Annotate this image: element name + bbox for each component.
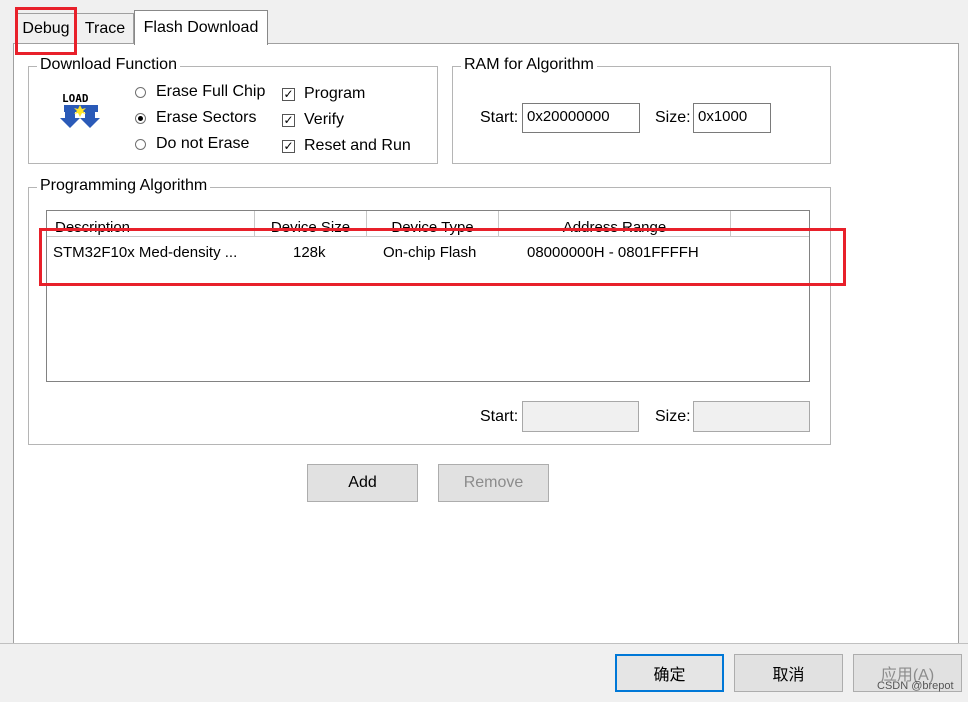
ram-for-algorithm-title: RAM for Algorithm xyxy=(461,56,597,74)
add-button[interactable]: Add xyxy=(307,464,418,502)
ok-button[interactable]: 确定 xyxy=(615,654,724,692)
checkbox-verify-box[interactable]: ✓ xyxy=(282,113,295,127)
tab-flash-download[interactable]: Flash Download xyxy=(134,10,268,45)
ram-start-label: Start: xyxy=(480,109,519,126)
algorithm-size-label: Size: xyxy=(655,408,691,425)
column-header-empty xyxy=(731,211,809,237)
column-header-description[interactable]: Description xyxy=(47,211,255,237)
column-header-address-range-label: Address Range xyxy=(562,219,667,236)
row-address-range: 08000000H - 0801FFFFH xyxy=(527,244,699,261)
checkbox-reset-and-run[interactable]: ✓ Reset and Run xyxy=(282,137,411,155)
radio-erase-sectors-indicator[interactable] xyxy=(135,112,146,124)
checkbox-verify-label: Verify xyxy=(304,111,345,128)
checkbox-verify[interactable]: ✓ Verify xyxy=(282,111,344,129)
checkbox-program[interactable]: ✓ Program xyxy=(282,85,365,103)
radio-do-not-erase[interactable]: Do not Erase xyxy=(135,135,249,153)
radio-erase-full-chip[interactable]: Erase Full Chip xyxy=(135,83,265,101)
row-device-size: 128k xyxy=(293,244,326,261)
watermark: CSDN @brepot xyxy=(877,680,954,692)
checkbox-reset-and-run-label: Reset and Run xyxy=(304,137,411,154)
radio-erase-sectors[interactable]: Erase Sectors xyxy=(135,109,256,127)
checkbox-reset-and-run-box[interactable]: ✓ xyxy=(282,139,295,153)
algorithm-start-label: Start: xyxy=(480,408,519,425)
cancel-button[interactable]: 取消 xyxy=(734,654,843,692)
row-description: STM32F10x Med-density ... xyxy=(53,244,238,261)
radio-do-not-erase-label: Do not Erase xyxy=(156,135,250,152)
ram-start-input[interactable]: 0x20000000 xyxy=(522,103,640,133)
programming-algorithm-title: Programming Algorithm xyxy=(37,177,211,195)
download-function-title: Download Function xyxy=(37,56,180,74)
checkbox-program-label: Program xyxy=(304,85,366,102)
ok-button-label: 确定 xyxy=(653,667,686,684)
load-icon-text: LOAD xyxy=(62,92,89,105)
algorithm-start-input[interactable] xyxy=(522,401,639,432)
table-row[interactable]: STM32F10x Med-density ... 128k On-chip F… xyxy=(47,238,809,268)
radio-erase-sectors-label: Erase Sectors xyxy=(156,109,257,126)
column-header-device-type[interactable]: Device Type xyxy=(367,211,499,237)
tab-debug[interactable]: Debug xyxy=(16,13,76,44)
row-device-type: On-chip Flash xyxy=(383,244,477,261)
tab-debug-label: Debug xyxy=(22,20,70,37)
algorithm-list[interactable]: Description Device Size Device Type Addr… xyxy=(46,210,810,382)
cancel-button-label: 取消 xyxy=(772,667,805,684)
column-header-address-range[interactable]: Address Range xyxy=(499,211,731,237)
footer-divider xyxy=(0,643,968,644)
add-button-label: Add xyxy=(348,474,377,491)
remove-button[interactable]: Remove xyxy=(438,464,549,502)
radio-erase-full-chip-label: Erase Full Chip xyxy=(156,83,266,100)
column-header-device-size[interactable]: Device Size xyxy=(255,211,367,237)
algorithm-size-input[interactable] xyxy=(693,401,810,432)
tab-flash-download-label: Flash Download xyxy=(143,19,259,36)
tab-trace-label: Trace xyxy=(84,20,126,37)
radio-erase-full-chip-indicator[interactable] xyxy=(135,86,146,98)
load-icon: LOAD xyxy=(60,90,102,130)
column-header-device-type-label: Device Type xyxy=(391,219,474,236)
checkbox-program-box[interactable]: ✓ xyxy=(282,87,295,101)
tab-trace[interactable]: Trace xyxy=(76,13,134,44)
column-header-description-label: Description xyxy=(55,219,131,236)
ram-size-input[interactable]: 0x1000 xyxy=(693,103,771,133)
radio-do-not-erase-indicator[interactable] xyxy=(135,138,146,150)
remove-button-label: Remove xyxy=(463,474,524,491)
ram-size-label: Size: xyxy=(655,109,691,126)
column-header-device-size-label: Device Size xyxy=(270,219,351,236)
